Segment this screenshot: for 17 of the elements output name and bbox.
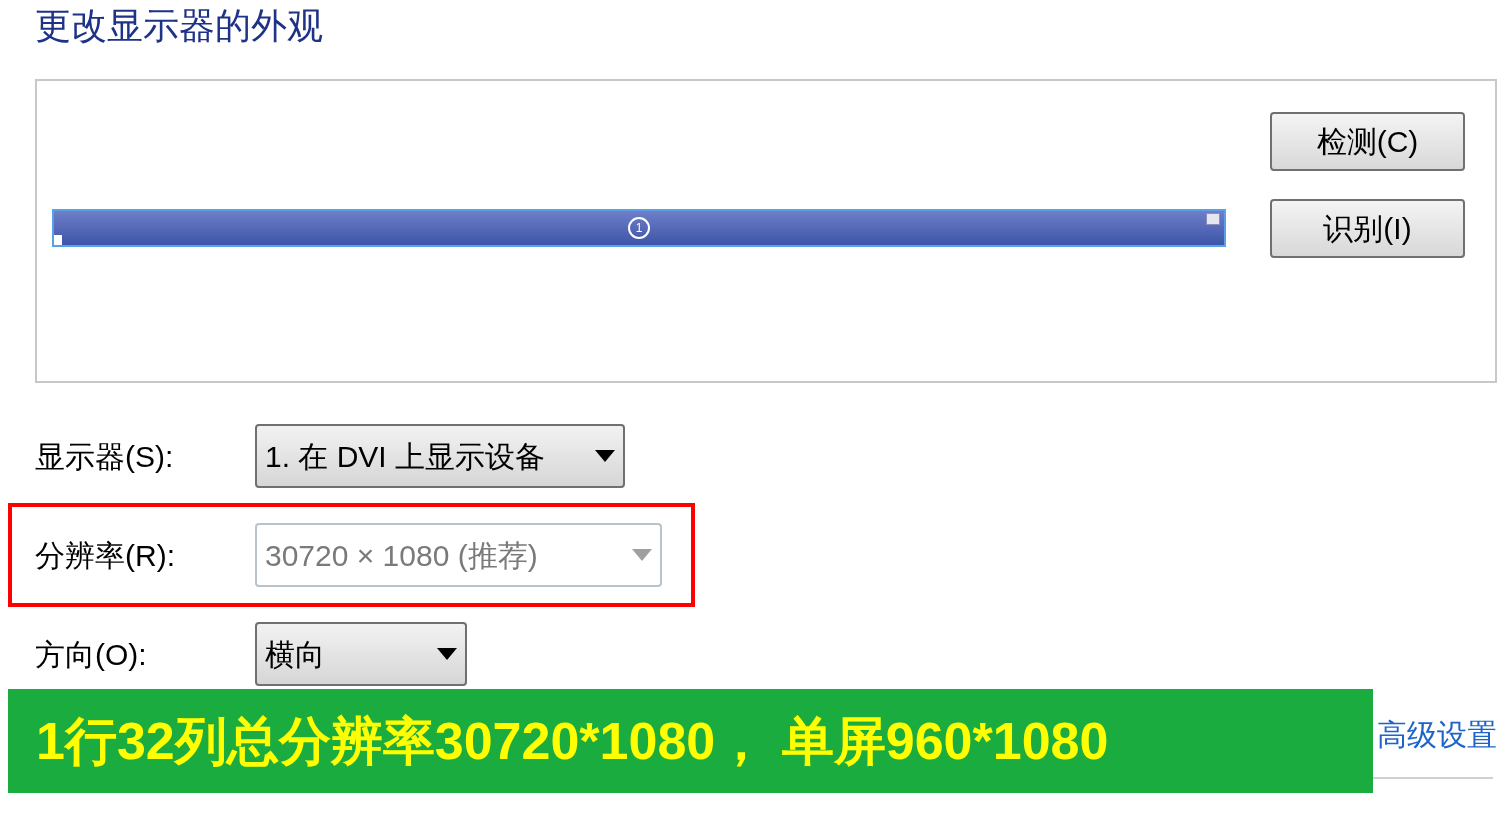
caret-icon [437, 648, 457, 660]
monitor-tile[interactable]: 1 [52, 209, 1226, 247]
dropdown[interactable]: 1. 在 DVI 上显示设备 [255, 424, 625, 488]
annotation-banner: 1行32列总分辨率30720*1080， 单屏960*1080 [8, 689, 1373, 793]
window-title: 更改显示器的外观 [35, 5, 323, 46]
setting-label: 分辨率(R): [35, 537, 176, 574]
advanced-settings-link[interactable]: 高级设置 [1377, 712, 1497, 757]
primary-monitor-icon [1206, 213, 1220, 225]
dropdown[interactable]: 横向 [255, 622, 467, 686]
dialog-button[interactable]: 识别(I) [1270, 199, 1465, 258]
corner-marker-icon [54, 235, 62, 245]
setting-label: 方向(O): [35, 636, 148, 673]
setting-label: 显示器(S): [35, 438, 175, 475]
dialog-button[interactable]: 检测(C) [1270, 112, 1465, 171]
caret-icon [595, 450, 615, 462]
monitor-number: 1 [628, 217, 650, 239]
caret-icon [632, 549, 652, 561]
